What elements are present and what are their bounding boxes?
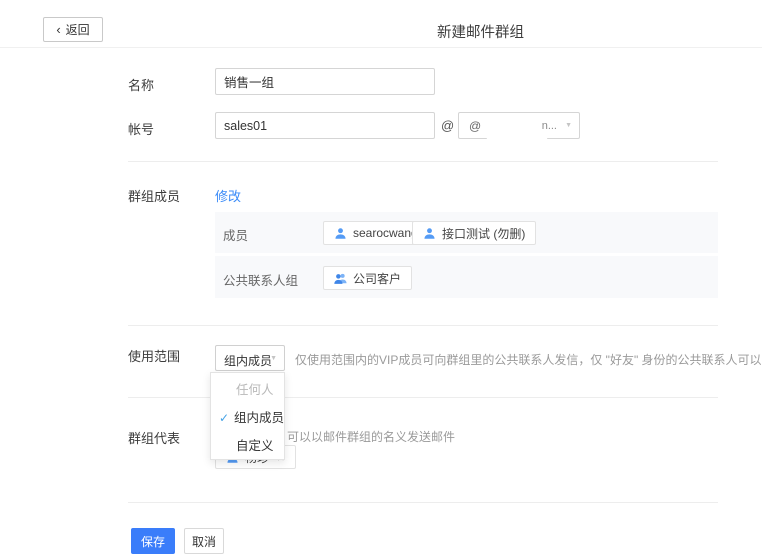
create-mail-group-page: ‹ 返回 新建邮件群组 名称 帐号 @ @ n... ▼ 群组成员 修改 成员 …	[0, 0, 762, 558]
member-tag-label: 接口测试 (勿删)	[442, 225, 525, 242]
members-row-label: 成员	[223, 225, 248, 244]
section-divider	[128, 325, 718, 326]
members-row: 成员 searocwang 接口测试 (勿删)	[215, 212, 718, 253]
scope-select[interactable]: 组内成员 ▼	[215, 345, 285, 371]
contact-group-tag: 公司客户	[323, 266, 412, 290]
domain-prefix: @	[469, 119, 481, 133]
back-chevron-icon: ‹	[56, 23, 60, 36]
scope-option-custom[interactable]: 自定义	[211, 432, 284, 460]
scope-label: 使用范围	[128, 346, 180, 365]
person-icon	[423, 227, 436, 240]
scope-hint: 仅使用范围内的VIP成员可向群组里的公共联系人发信，仅 "好友" 身份的公共联系…	[295, 351, 762, 368]
members-label: 群组成员	[128, 186, 180, 205]
representative-label: 群组代表	[128, 428, 180, 447]
scope-option-label: 组内成员	[234, 411, 284, 425]
name-label: 名称	[128, 75, 154, 94]
save-button[interactable]: 保存	[131, 528, 175, 554]
account-input[interactable]	[215, 112, 435, 139]
scope-selected-value: 组内成员	[224, 352, 272, 369]
contact-group-row-label: 公共联系人组	[223, 270, 298, 289]
section-divider	[128, 161, 718, 162]
scope-option-group-members[interactable]: ✓ 组内成员	[211, 404, 284, 432]
chevron-down-icon: ▼	[270, 355, 277, 362]
contact-group-row: 公共联系人组 公司客户	[215, 256, 718, 298]
domain-select[interactable]: @ n... ▼	[458, 112, 580, 139]
check-icon: ✓	[219, 404, 229, 432]
account-label: 帐号	[128, 119, 154, 138]
name-input[interactable]	[215, 68, 435, 95]
cancel-button[interactable]: 取消	[184, 528, 224, 554]
domain-suffix: n...	[542, 120, 557, 132]
scope-option-anyone[interactable]: 任何人	[211, 376, 284, 404]
back-button-label: 返回	[66, 21, 90, 38]
section-divider	[128, 502, 718, 503]
back-button[interactable]: ‹ 返回	[43, 17, 103, 42]
page-title: 新建邮件群组	[437, 21, 524, 42]
at-symbol: @	[441, 118, 454, 133]
representative-hint: 可以以邮件群组的名义发送邮件	[287, 428, 455, 445]
modify-members-link[interactable]: 修改	[215, 186, 241, 205]
group-icon	[334, 272, 347, 285]
contact-group-tag-label: 公司客户	[353, 270, 401, 287]
header-divider	[0, 47, 762, 48]
scope-dropdown-menu: 任何人 ✓ 组内成员 自定义	[210, 372, 285, 460]
member-tag-label: searocwang	[353, 226, 418, 240]
person-icon	[334, 227, 347, 240]
chevron-down-icon: ▼	[565, 122, 572, 129]
redaction-blur	[486, 115, 548, 148]
member-tag: 接口测试 (勿删)	[412, 221, 536, 245]
